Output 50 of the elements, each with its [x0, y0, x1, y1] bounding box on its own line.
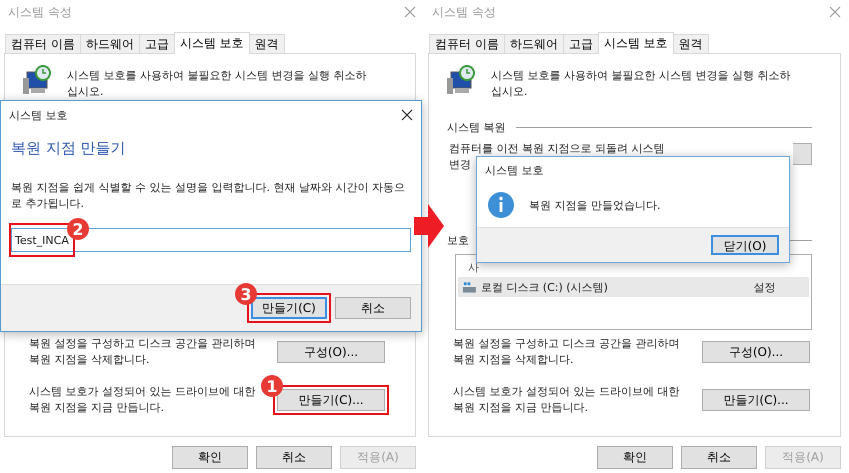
system-restore-button[interactable] — [793, 143, 812, 165]
drive-icon — [462, 280, 477, 294]
dialog-button[interactable]: 만들기(C) — [251, 297, 327, 319]
action-button[interactable]: 구성(O)... — [277, 341, 385, 363]
dialog-button[interactable]: 취소 — [681, 446, 757, 469]
description-text: 복원 지점을 쉽게 식별할 수 있는 설명을 입력합니다. 현재 날짜와 시간이 자동으로 추가됩니다. — [11, 180, 406, 212]
description-text: 복원 설정을 구성하고 디스크 공간을 관리하며 복원 지점을 삭제합니다. — [29, 336, 256, 368]
description-text: 컴퓨터를 이전 복원 지점으로 되돌려 시스템 — [449, 141, 664, 157]
step-badge: 3 — [235, 283, 257, 305]
dialog-button[interactable]: 취소 — [335, 297, 411, 319]
action-button[interactable]: 구성(O)... — [702, 341, 810, 363]
tab[interactable]: 고급 — [138, 34, 175, 53]
group-label: 시스템 복원 — [447, 120, 506, 135]
intro-text: 시스템 보호를 사용하여 불필요한 시스템 변경을 실행 취소하십시오. — [491, 68, 791, 100]
window-title: 시스템 속성 — [432, 4, 496, 20]
tab[interactable]: 원격 — [248, 34, 285, 53]
step-badge: 1 — [261, 375, 283, 397]
tab[interactable]: 원격 — [672, 34, 709, 53]
tab[interactable]: 시스템 보호 — [174, 32, 250, 54]
message-text: 복원 지점을 만들었습니다. — [529, 198, 660, 212]
description-text: 시스템 보호가 설정되어 있는 드라이브에 대한 복원 지점을 지금 만듭니다. — [29, 384, 256, 416]
dialog-title: 시스템 보호 — [9, 108, 68, 122]
description-text: 변경 — [449, 157, 471, 173]
tab[interactable]: 고급 — [562, 34, 599, 53]
tab[interactable]: 컴퓨터 이름 — [429, 34, 505, 53]
description-text: 시스템 보호가 설정되어 있는 드라이브에 대한 복원 지점을 지금 만듭니다. — [453, 384, 680, 416]
tab[interactable]: 컴퓨터 이름 — [5, 34, 81, 53]
action-button[interactable]: 만들기(C)... — [702, 389, 810, 411]
right-arrow-drawing — [414, 204, 444, 248]
window-title: 시스템 속성 — [8, 4, 72, 20]
column-header[interactable]: 사 — [468, 260, 479, 274]
list-row[interactable]: 로컬 디스크 (C:) (시스템) 설정 — [458, 277, 809, 297]
dialog-title: 시스템 보호 — [485, 162, 544, 178]
description-text: 복원 설정을 구성하고 디스크 공간을 관리하며 복원 지점을 삭제합니다. — [453, 336, 680, 368]
dialog-button[interactable]: 취소 — [256, 446, 332, 469]
step-badge: 2 — [67, 218, 89, 240]
tab[interactable]: 하드웨어 — [80, 34, 140, 53]
table-cell-text: 로컬 디스크 (C:) (시스템) — [480, 280, 609, 294]
group-label: 보호 — [447, 233, 469, 248]
tab[interactable]: 하드웨어 — [504, 34, 564, 53]
table-cell-text: 설정 — [753, 280, 776, 294]
dialog-button[interactable]: 확인 — [172, 446, 248, 469]
tab[interactable]: 시스템 보호 — [598, 32, 674, 54]
action-button[interactable]: 만들기(C)... — [277, 389, 385, 411]
dialog-button[interactable]: 닫기(O) — [711, 235, 779, 255]
info-icon — [487, 191, 515, 219]
dialog-heading: 복원 지점 만들기 — [11, 139, 127, 158]
dialog-button[interactable]: 확인 — [597, 446, 673, 469]
close-icon[interactable] — [401, 109, 413, 121]
intro-text: 시스템 보호를 사용하여 불필요한 시스템 변경을 실행 취소하십시오. — [67, 68, 367, 100]
